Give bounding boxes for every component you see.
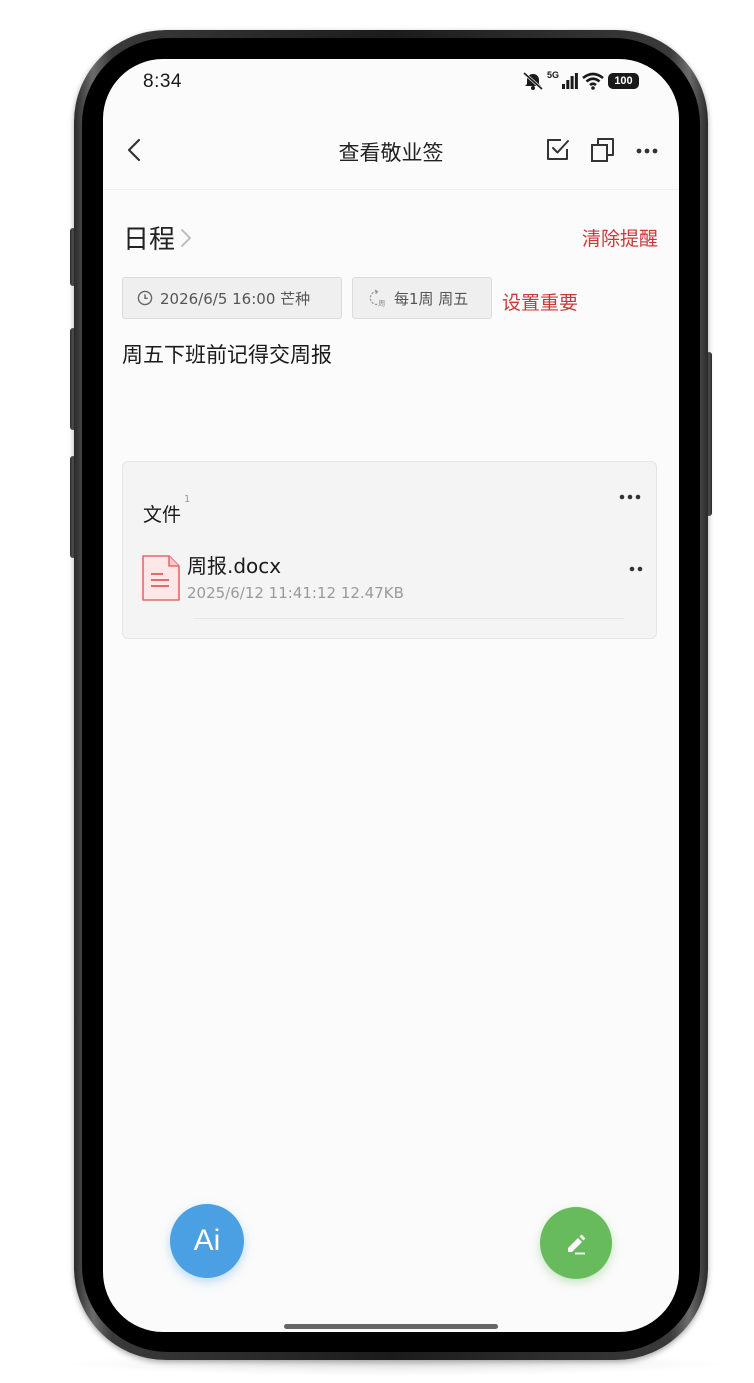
edit-button[interactable]	[540, 1207, 612, 1279]
signal-icon	[562, 73, 578, 89]
schedule-label: 日程	[123, 225, 176, 255]
note-content[interactable]: 周五下班前记得交周报	[122, 339, 332, 369]
copy-icon[interactable]	[590, 137, 616, 163]
clock-icon	[137, 290, 153, 306]
clear-reminder-button[interactable]: 清除提醒	[582, 224, 658, 251]
set-important-button[interactable]: 设置重要	[502, 288, 578, 315]
status-icons: 5G 100	[522, 70, 639, 90]
more-icon[interactable]	[635, 137, 661, 163]
doc-file-icon	[142, 555, 180, 601]
repeat-week-icon: 周	[369, 289, 386, 307]
ai-button[interactable]: Ai	[170, 1204, 244, 1278]
attachments-title: 文件	[143, 504, 182, 526]
file-meta: 2025/6/12 11:41:12 12.47KB	[187, 584, 404, 602]
file-divider	[193, 618, 624, 619]
reminder-date-text: 2026/6/5 16:00 芒种	[160, 289, 311, 308]
network-type: 5G	[546, 70, 559, 80]
header: 查看敬业签	[103, 123, 679, 190]
repeat-text: 每1周 周五	[394, 289, 469, 308]
screen: 8:34 5G 100 查看敬业签 日程 清除提醒 2026/6/5 16:00…	[103, 59, 679, 1332]
checkbox-icon[interactable]	[545, 137, 571, 163]
file-more-icon[interactable]	[628, 562, 644, 576]
file-name[interactable]: 周报.docx	[187, 550, 281, 579]
home-indicator[interactable]	[284, 1324, 498, 1329]
reminder-date-chip[interactable]: 2026/6/5 16:00 芒种	[122, 277, 342, 319]
chevron-right-icon	[181, 228, 191, 247]
battery-icon: 100	[608, 73, 639, 89]
status-time: 8:34	[143, 71, 182, 92]
page: 8:34 5G 100 查看敬业签 日程 清除提醒 2026/6/5 16:00…	[0, 0, 754, 1383]
repeat-chip[interactable]: 周 每1周 周五	[352, 277, 492, 319]
schedule-title[interactable]: 日程	[123, 219, 193, 256]
card-more-icon[interactable]	[618, 490, 642, 504]
attachments-card: 文件 1 周报.docx 2025/6/12 11:41:12 12.47KB	[122, 461, 657, 639]
attachments-count: 1	[184, 494, 191, 505]
pencil-icon	[568, 1234, 586, 1255]
wifi-icon	[582, 72, 604, 90]
mute-icon	[522, 72, 543, 90]
svg-text:周: 周	[378, 299, 385, 307]
